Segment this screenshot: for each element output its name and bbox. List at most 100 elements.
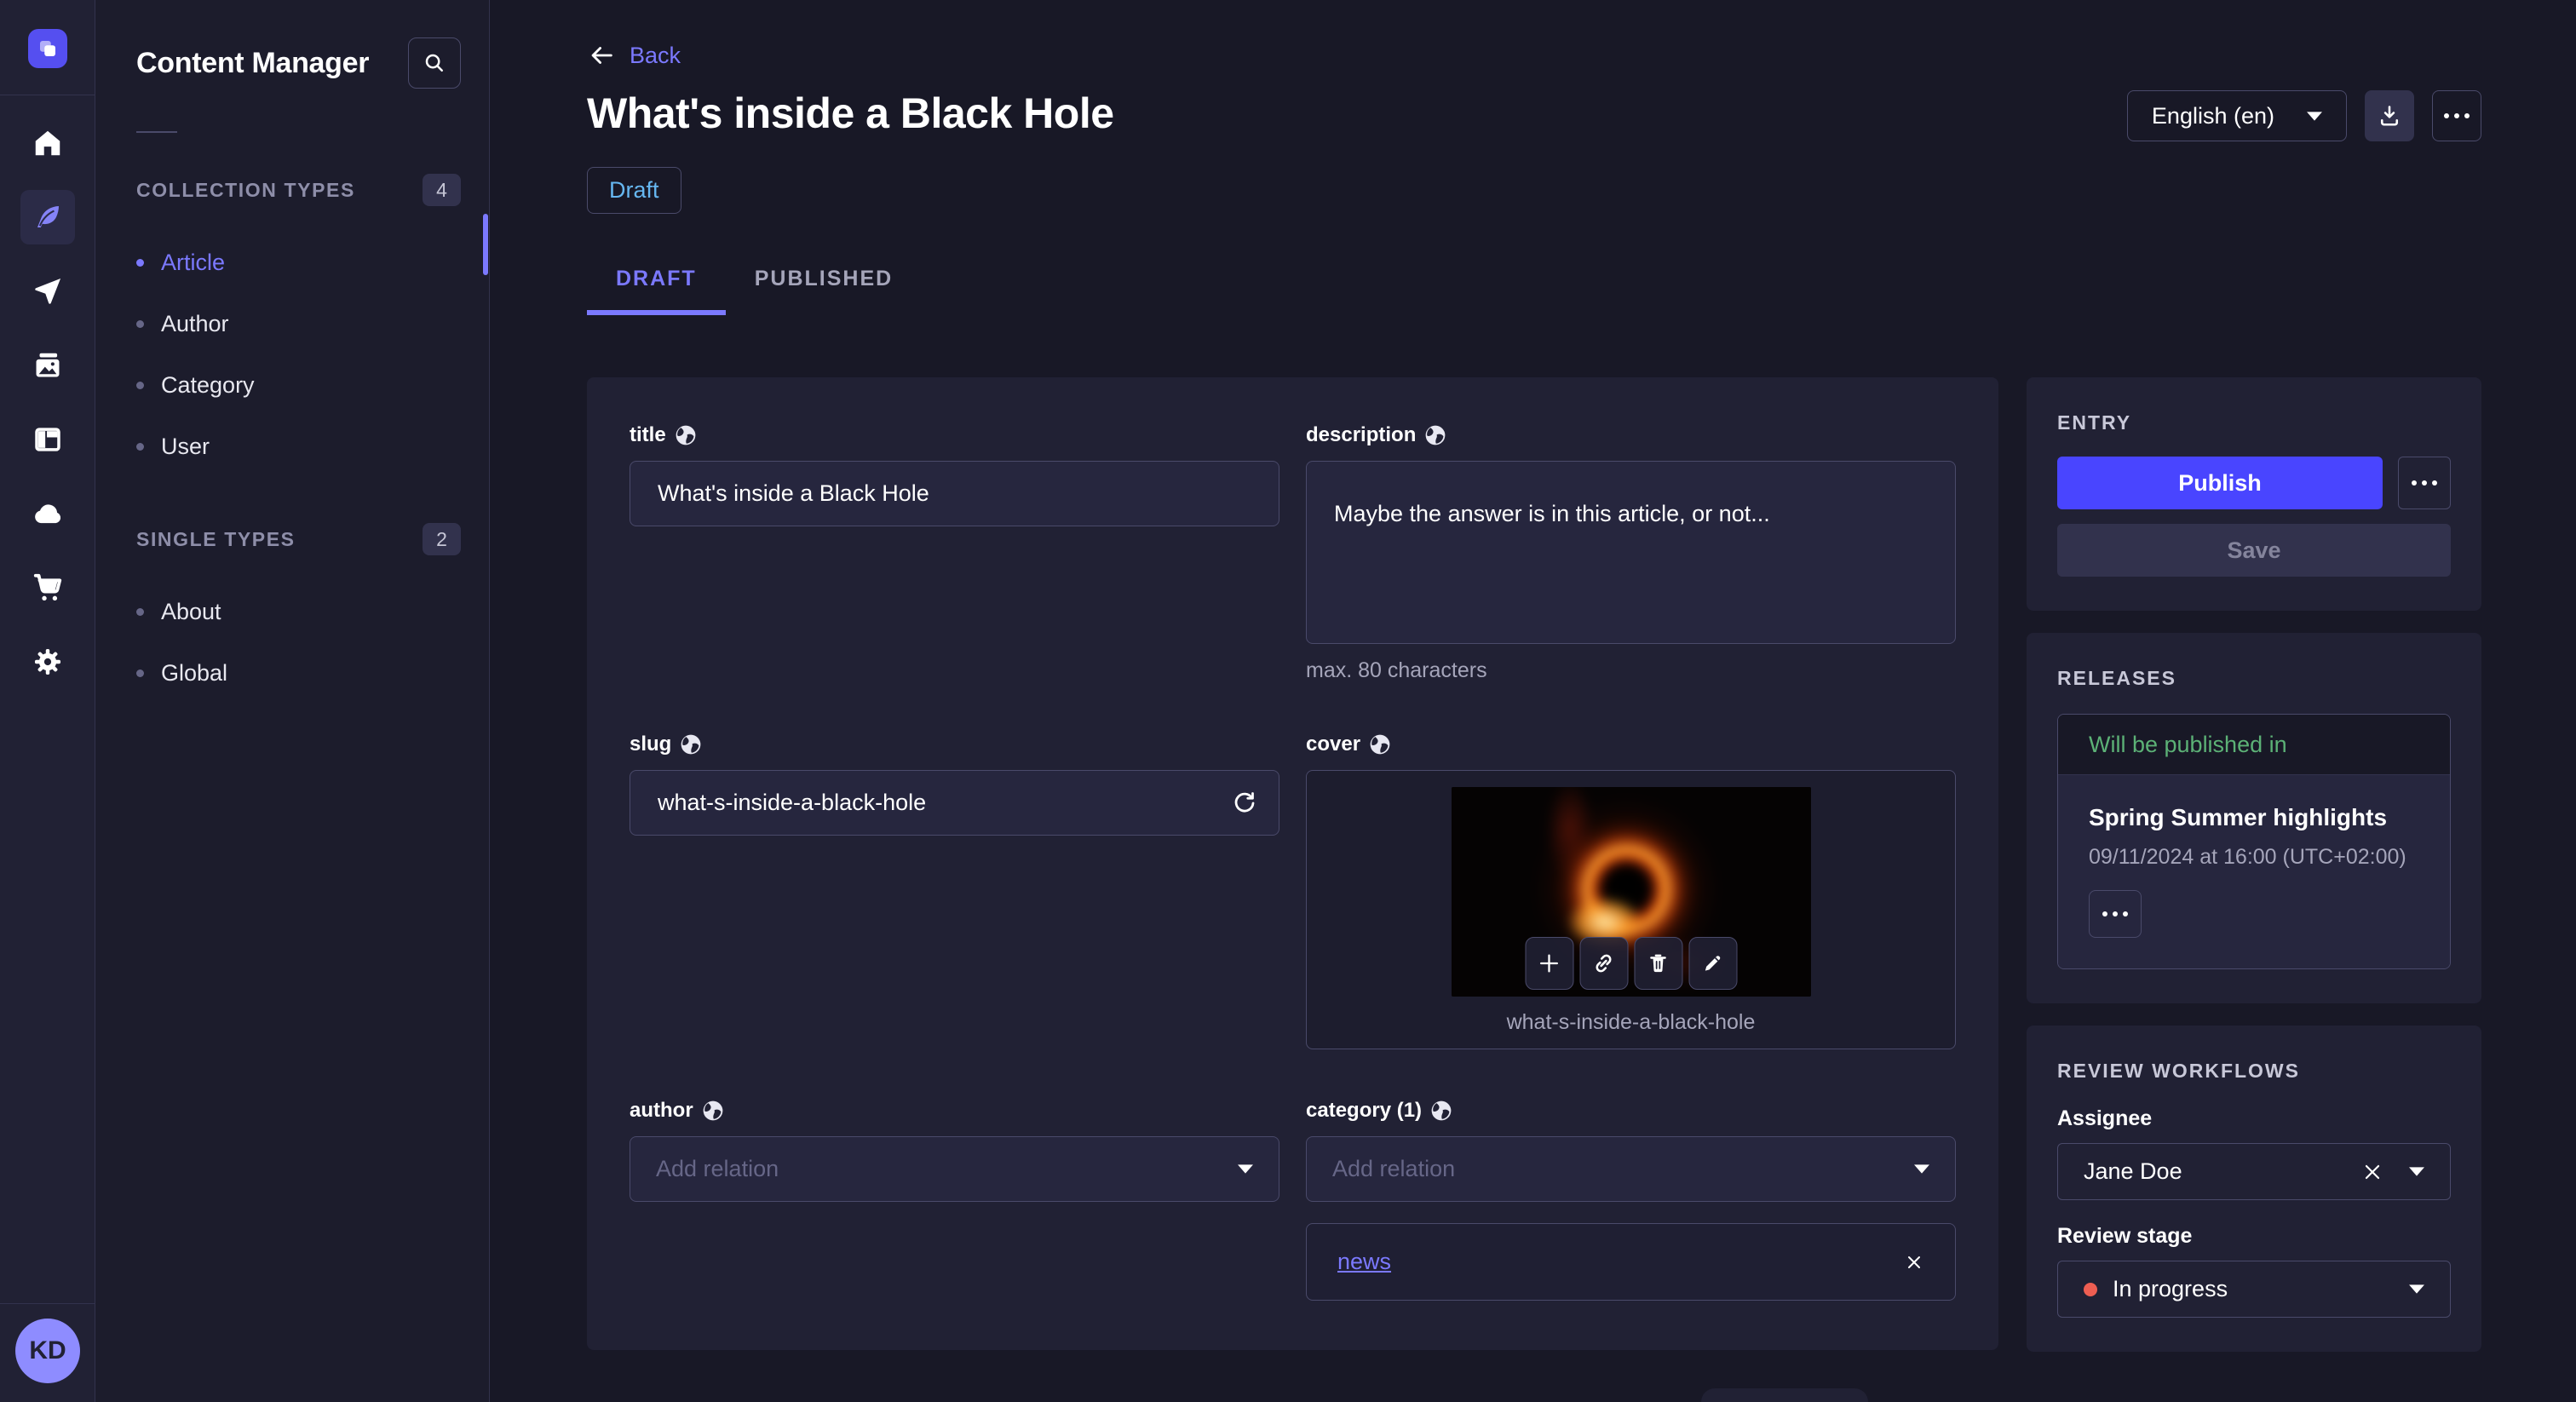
globe-icon — [1370, 734, 1390, 755]
version-tabs: DRAFT PUBLISHED — [587, 267, 2481, 315]
collection-types-label: COLLECTION TYPES — [136, 178, 355, 201]
add-media-button[interactable] — [1525, 937, 1573, 990]
form-row-3: author Add relation category (1) Add rel… — [630, 1099, 1956, 1301]
sidebar-item-label: Global — [161, 659, 228, 686]
pencil-icon — [1705, 956, 1721, 971]
collection-types-count-badge: 4 — [423, 174, 461, 206]
marketplace-cart-icon[interactable] — [20, 560, 75, 615]
sidebar-item-about[interactable]: About — [136, 581, 461, 642]
content-area: title description — [587, 377, 2481, 1352]
back-label[interactable]: Back — [630, 43, 681, 69]
category-placeholder: Add relation — [1332, 1156, 1456, 1181]
globe-icon — [1431, 1100, 1452, 1121]
locale-select[interactable]: English (en) — [2126, 90, 2347, 141]
category-relation-select[interactable]: Add relation — [1306, 1136, 1956, 1202]
entry-more-button[interactable] — [2398, 457, 2451, 509]
cover-field: cover what-s-inside-a-black-hole — [1306, 733, 1956, 1049]
chevron-down-icon — [2307, 111, 2322, 121]
publish-button[interactable]: Publish — [2057, 457, 2383, 509]
ellipsis-icon — [2102, 911, 2128, 916]
release-card: Will be published in Spring Summer highl… — [2057, 714, 2451, 969]
title-input[interactable] — [630, 461, 1279, 526]
entry-buttons: Publish — [2057, 457, 2451, 509]
home-icon[interactable] — [20, 116, 75, 170]
author-relation-select[interactable]: Add relation — [630, 1136, 1279, 1202]
copy-link-button[interactable] — [1579, 937, 1628, 990]
back-link[interactable]: Back — [587, 41, 681, 70]
strapi-logo[interactable] — [27, 29, 67, 68]
chevron-down-icon — [2409, 1167, 2424, 1176]
paper-plane-icon[interactable] — [20, 264, 75, 319]
title-field: title — [630, 423, 1279, 683]
sidebar-item-global[interactable]: Global — [136, 642, 461, 704]
category-field-label-row: category (1) — [1306, 1099, 1956, 1123]
globe-icon — [681, 734, 701, 755]
user-avatar[interactable]: KD — [15, 1319, 80, 1383]
content-manager-feather-icon[interactable] — [20, 190, 75, 244]
sidebar-item-author[interactable]: Author — [136, 293, 461, 354]
cover-media-box: what-s-inside-a-black-hole — [1306, 770, 1956, 1049]
cover-caption: what-s-inside-a-black-hole — [1506, 1010, 1756, 1034]
sidebar-scrollbar-thumb[interactable] — [483, 214, 488, 275]
clear-assignee-icon[interactable] — [2361, 1161, 2383, 1183]
release-card-body: Spring Summer highlights 09/11/2024 at 1… — [2058, 775, 2450, 968]
sidebar-item-article[interactable]: Article — [136, 232, 461, 293]
chevron-down-icon — [1914, 1164, 1929, 1174]
description-helper: max. 80 characters — [1306, 658, 1487, 682]
form-row-1: title description — [630, 423, 1956, 683]
settings-gear-icon[interactable] — [20, 635, 75, 689]
slug-field-label: slug — [630, 733, 672, 756]
tab-draft[interactable]: DRAFT — [587, 267, 726, 315]
form-row-2: slug what-s-inside-a-black-hole cover wh… — [630, 733, 1956, 1049]
content-manager-sidebar: Content Manager COLLECTION TYPES 4 Artic… — [95, 0, 490, 1402]
edit-media-button[interactable] — [1688, 937, 1737, 990]
more-actions-button[interactable] — [2432, 90, 2481, 141]
single-types-label: SINGLE TYPES — [136, 527, 296, 550]
remove-relation-icon[interactable] — [1904, 1252, 1924, 1273]
ellipsis-icon — [2412, 480, 2437, 486]
slug-input[interactable] — [630, 770, 1279, 836]
search-button[interactable] — [408, 37, 461, 89]
relation-link-news[interactable]: news — [1337, 1249, 1391, 1275]
sidebar-item-user[interactable]: User — [136, 416, 461, 477]
bullet-icon — [136, 381, 144, 389]
assignee-combobox[interactable]: Jane Doe — [2057, 1143, 2451, 1200]
single-types-count-badge: 2 — [423, 523, 461, 555]
releases-panel-header: RELEASES — [2057, 667, 2176, 689]
author-placeholder: Add relation — [656, 1156, 779, 1181]
bullet-icon — [136, 669, 144, 677]
delete-media-button[interactable] — [1634, 937, 1682, 990]
app-root: KD Content Manager COLLECTION TYPES 4 Ar… — [0, 0, 2576, 1402]
sidebar-item-category[interactable]: Category — [136, 354, 461, 416]
entry-panel-header: ENTRY — [2057, 411, 2132, 434]
description-textarea[interactable]: Maybe the answer is in this article, or … — [1306, 461, 1956, 644]
save-button[interactable]: Save — [2057, 524, 2451, 577]
sidebar-title: Content Manager — [136, 46, 370, 79]
regenerate-slug-icon[interactable] — [1232, 790, 1257, 816]
category-field-label: category (1) — [1306, 1099, 1423, 1122]
media-library-icon[interactable] — [20, 338, 75, 393]
right-sidebar: ENTRY Publish Save RELEASES Will be publ… — [2027, 377, 2481, 1352]
assignee-label: Assignee — [2057, 1106, 2153, 1130]
sidebar-item-label: Article — [161, 249, 226, 275]
slug-field: slug — [630, 733, 1279, 1049]
description-field-label-row: description — [1306, 423, 1956, 447]
rail-bottom: KD — [0, 1303, 95, 1402]
cloud-icon[interactable] — [20, 486, 75, 541]
content-type-builder-icon[interactable] — [20, 412, 75, 467]
cover-actions — [1525, 937, 1737, 990]
globe-icon — [1425, 425, 1446, 445]
release-more-button[interactable] — [2089, 890, 2142, 938]
chevron-down-icon — [1238, 1164, 1253, 1174]
review-stage-select[interactable]: In progress — [2057, 1261, 2451, 1318]
assignee-value: Jane Doe — [2084, 1158, 2182, 1184]
cover-field-label-row: cover — [1306, 733, 1956, 756]
stage-value: In progress — [2113, 1276, 2228, 1301]
export-button[interactable] — [2365, 90, 2414, 141]
bullet-icon — [136, 442, 144, 451]
category-field: category (1) Add relation news — [1306, 1099, 1956, 1301]
ellipsis-icon — [2444, 113, 2470, 118]
tab-published[interactable]: PUBLISHED — [726, 267, 922, 315]
main-content: Back English (en) What's inside a Black … — [490, 0, 2576, 1402]
status-badge: Draft — [587, 167, 681, 214]
